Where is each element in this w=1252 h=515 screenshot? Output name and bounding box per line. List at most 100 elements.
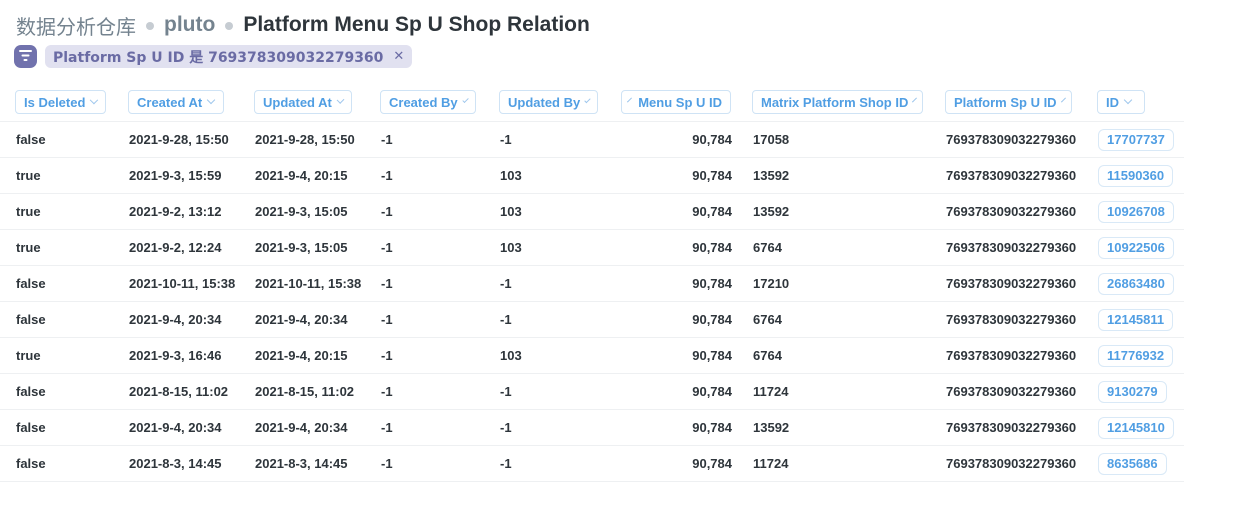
- cell-created-by: -1: [381, 420, 393, 435]
- cell-platform-sp-u-id: 769378309032279360: [946, 240, 1077, 255]
- breadcrumb-schema[interactable]: pluto: [164, 13, 215, 37]
- cell-platform-sp-u-id: 769378309032279360: [946, 348, 1077, 363]
- cell-updated-by: 103: [500, 348, 522, 363]
- cell-id[interactable]: 12145810: [1098, 417, 1174, 439]
- cell-updated-by: -1: [500, 420, 512, 435]
- cell-id[interactable]: 26863480: [1098, 273, 1174, 295]
- cell-created-by: -1: [381, 168, 393, 183]
- cell-created-by: -1: [381, 384, 393, 399]
- cell-is-deleted: false: [16, 276, 46, 291]
- table-row: false 2021-10-11, 15:38 2021-10-11, 15:38 -…: [0, 266, 1184, 302]
- column-header-menu-sp-u-id[interactable]: Menu Sp U ID: [621, 90, 731, 114]
- cell-menu-sp-u-id: 90,784: [692, 240, 732, 255]
- cell-is-deleted: false: [16, 132, 46, 147]
- cell-menu-sp-u-id: 90,784: [692, 384, 732, 399]
- chevron-down-icon: [90, 95, 99, 105]
- filter-bar: Platform Sp U ID 是 769378309032279360 ✕: [14, 45, 413, 68]
- column-header-label: Updated At: [263, 94, 332, 110]
- cell-platform-sp-u-id: 769378309032279360: [946, 204, 1077, 219]
- filter-icon: [19, 48, 32, 66]
- filter-label: Platform Sp U ID 是 769378309032279360: [53, 49, 384, 66]
- cell-created-at: 2021-10-11, 15:38: [129, 276, 236, 291]
- cell-matrix-platform-shop-id: 6764: [753, 348, 782, 363]
- table-row: true 2021-9-3, 15:59 2021-9-4, 20:15 -1 103 9…: [0, 158, 1184, 194]
- cell-id[interactable]: 10926708: [1098, 201, 1174, 223]
- cell-is-deleted: true: [16, 348, 41, 363]
- chevron-down-icon: [336, 96, 345, 104]
- cell-created-by: -1: [381, 456, 393, 471]
- cell-menu-sp-u-id: 90,784: [692, 456, 732, 471]
- cell-matrix-platform-shop-id: 13592: [753, 204, 790, 219]
- cell-id[interactable]: 10922506: [1098, 237, 1174, 259]
- cell-updated-at: 2021-9-4, 20:15: [255, 348, 348, 363]
- cell-id[interactable]: 12145811: [1098, 309, 1174, 331]
- column-header-platform-sp-u-id[interactable]: Platform Sp U ID: [945, 90, 1072, 114]
- cell-is-deleted: false: [16, 312, 46, 327]
- chevron-down-icon: [207, 95, 216, 105]
- cell-updated-at: 2021-9-3, 15:05: [255, 204, 348, 219]
- table-row: false 2021-8-15, 11:02 2021-8-15, 11:02 -1 -…: [0, 374, 1184, 410]
- filter-pill[interactable]: Platform Sp U ID 是 769378309032279360 ✕: [45, 45, 413, 68]
- table-row: false 2021-9-4, 20:34 2021-9-4, 20:34 -1 -1 9…: [0, 302, 1184, 338]
- cell-is-deleted: false: [16, 456, 46, 471]
- cell-created-by: -1: [381, 132, 393, 147]
- cell-matrix-platform-shop-id: 11724: [753, 384, 789, 399]
- cell-platform-sp-u-id: 769378309032279360: [946, 420, 1077, 435]
- cell-updated-by: -1: [500, 132, 512, 147]
- cell-matrix-platform-shop-id: 17058: [753, 132, 790, 147]
- cell-created-at: 2021-9-3, 15:59: [129, 168, 222, 183]
- chevron-down-icon: [1060, 97, 1066, 103]
- cell-platform-sp-u-id: 769378309032279360: [946, 276, 1077, 291]
- cell-created-at: 2021-9-2, 12:24: [129, 240, 222, 255]
- cell-platform-sp-u-id: 769378309032279360: [946, 168, 1077, 183]
- cell-created-at: 2021-9-3, 16:46: [129, 348, 222, 363]
- cell-created-by: -1: [381, 348, 393, 363]
- cell-menu-sp-u-id: 90,784: [692, 168, 732, 183]
- column-header-label: Created At: [137, 94, 203, 110]
- chevron-down-icon: [1123, 95, 1133, 105]
- cell-created-by: -1: [381, 276, 393, 291]
- cell-updated-at: 2021-8-15, 11:02: [255, 384, 355, 399]
- column-header-matrix-platform-shop-id[interactable]: Matrix Platform Shop ID: [752, 90, 923, 114]
- close-icon[interactable]: ✕: [393, 49, 404, 64]
- cell-matrix-platform-shop-id: 6764: [753, 240, 782, 255]
- column-header-created-by[interactable]: Created By: [380, 90, 476, 114]
- column-header-label: Created By: [389, 94, 458, 110]
- cell-created-by: -1: [381, 204, 393, 219]
- cell-updated-at: 2021-9-28, 15:50: [255, 132, 355, 147]
- cell-matrix-platform-shop-id: 11724: [753, 456, 789, 471]
- cell-updated-by: 103: [500, 204, 522, 219]
- cell-platform-sp-u-id: 769378309032279360: [946, 132, 1077, 147]
- cell-platform-sp-u-id: 769378309032279360: [946, 312, 1077, 327]
- cell-updated-by: -1: [500, 276, 512, 291]
- cell-created-at: 2021-8-3, 14:45: [129, 456, 222, 471]
- cell-id[interactable]: 11776932: [1098, 345, 1174, 367]
- column-header-label: Is Deleted: [24, 94, 86, 110]
- cell-is-deleted: false: [16, 384, 46, 399]
- column-header-id[interactable]: ID: [1097, 90, 1145, 114]
- breadcrumb: 数据分析仓库 pluto Platform Menu Sp U Shop Rel…: [16, 10, 590, 40]
- cell-created-at: 2021-8-15, 11:02: [129, 384, 229, 399]
- breadcrumb-database[interactable]: 数据分析仓库: [16, 11, 136, 40]
- cell-menu-sp-u-id: 90,784: [692, 132, 732, 147]
- column-header-label: Updated By: [508, 94, 581, 110]
- column-header-is-deleted[interactable]: Is Deleted: [15, 90, 106, 114]
- cell-id[interactable]: 8635686: [1098, 453, 1167, 475]
- chevron-down-icon: [912, 97, 918, 103]
- column-header-created-at[interactable]: Created At: [128, 90, 224, 114]
- cell-id[interactable]: 11590360: [1098, 165, 1174, 187]
- cell-matrix-platform-shop-id: 17210: [753, 276, 790, 291]
- column-header-updated-by[interactable]: Updated By: [499, 90, 598, 114]
- cell-matrix-platform-shop-id: 13592: [753, 168, 790, 183]
- cell-is-deleted: true: [16, 204, 41, 219]
- filter-toggle-button[interactable]: [14, 45, 37, 68]
- column-header-updated-at[interactable]: Updated At: [254, 90, 352, 114]
- cell-id[interactable]: 9130279: [1098, 381, 1167, 403]
- cell-menu-sp-u-id: 90,784: [692, 348, 732, 363]
- table-body: false 2021-9-28, 15:50 2021-9-28, 15:50 -1 -…: [0, 122, 1184, 482]
- cell-id[interactable]: 17707737: [1098, 129, 1174, 151]
- cell-menu-sp-u-id: 90,784: [692, 204, 732, 219]
- column-header-label: ID: [1106, 94, 1119, 110]
- cell-created-by: -1: [381, 312, 393, 327]
- cell-is-deleted: true: [16, 240, 41, 255]
